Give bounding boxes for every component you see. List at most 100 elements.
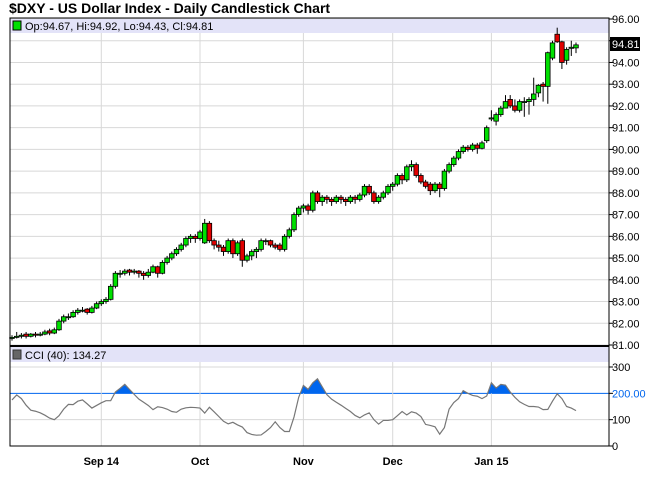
candle-down [23, 333, 29, 337]
candle-up [291, 214, 297, 231]
candle-up [380, 192, 386, 198]
candle-down [427, 183, 433, 192]
cci-tick-label: 0 [612, 441, 618, 453]
cci-tick-label: 100 [612, 415, 630, 427]
candle-down [399, 175, 405, 181]
candle-down [220, 246, 227, 252]
candle-up [150, 266, 156, 273]
candle-down [324, 196, 330, 200]
time-tick-label: Oct [191, 456, 210, 468]
candle-down [465, 146, 471, 150]
candle-down [540, 83, 546, 87]
price-tick-label: 87.00 [612, 210, 640, 222]
candle-up [244, 255, 250, 261]
candle-up [460, 146, 466, 152]
candle-up [18, 334, 25, 337]
candle-up [498, 107, 504, 116]
candle-up [295, 207, 302, 216]
candle-up [248, 251, 255, 257]
price-legend: Op:94.67, Hi:94.92, Lo:94.43, Cl:94.81 [25, 21, 213, 33]
candle-up [281, 235, 288, 250]
candle-up [455, 151, 462, 159]
candle-up [347, 196, 354, 202]
candle-up [178, 244, 184, 250]
candle-up [75, 309, 81, 313]
candle-down [554, 33, 560, 43]
candle-up [385, 185, 391, 194]
candle-up [375, 196, 382, 202]
candle-up [300, 205, 307, 209]
candle-down [216, 244, 222, 248]
candle-up [286, 229, 292, 237]
candle-up [51, 329, 57, 334]
candle-up [108, 285, 114, 300]
candle-up [89, 307, 95, 313]
candle-up [37, 333, 43, 336]
candle-up [404, 166, 410, 181]
candle-up [117, 272, 123, 275]
candle-up [483, 127, 490, 142]
candle-up [357, 194, 363, 200]
candle-up [70, 311, 76, 318]
candle-up [13, 335, 20, 338]
candle-up [65, 316, 72, 319]
price-tick-label: 88.00 [612, 188, 640, 200]
candle-up [234, 242, 241, 255]
candle-up [469, 144, 476, 150]
candle-up [197, 231, 203, 239]
candle-up [145, 271, 151, 276]
candle-up [493, 114, 499, 122]
candle-down [192, 235, 198, 239]
candle-down [338, 196, 344, 200]
price-tick-label: 96.00 [612, 14, 640, 26]
candle-up [408, 164, 415, 168]
candle-down [352, 196, 358, 200]
candle-down [206, 222, 213, 242]
candle-up [319, 196, 325, 202]
candle-up [333, 196, 339, 202]
candle-up [488, 117, 495, 120]
price-tick-label: 90.00 [612, 144, 640, 156]
candle-down [328, 198, 335, 202]
chart-title: $DXY - US Dollar Index - Daily Candlesti… [9, 0, 330, 16]
candle-up [79, 309, 86, 312]
grid [10, 18, 609, 446]
candle-down [32, 333, 39, 336]
candle-down [136, 270, 142, 274]
candle-down [305, 205, 311, 211]
candle-up [451, 157, 457, 166]
candle-up [545, 52, 551, 87]
time-tick-label: Nov [293, 456, 315, 468]
candle-up [502, 101, 509, 109]
time-tick-label: Dec [383, 456, 403, 468]
candle-up [563, 49, 570, 61]
plot-frame [9, 17, 610, 447]
candle-up [173, 248, 180, 255]
candle-down [154, 266, 161, 274]
candle-up [263, 240, 269, 243]
candle-down [46, 330, 53, 334]
candle-down [267, 240, 274, 246]
price-tick-label: 89.00 [612, 166, 640, 178]
candle-up [432, 183, 438, 192]
candle-down [239, 240, 245, 261]
candle-down [366, 185, 372, 194]
candle-down [140, 272, 147, 276]
price-tick-label: 91.00 [612, 123, 640, 135]
candle-down [371, 192, 377, 202]
candle-down [507, 99, 513, 107]
candle-up [446, 164, 452, 172]
price-tick-label: 82.00 [612, 318, 640, 330]
price-tick-label: 85.00 [612, 253, 640, 265]
chart: $DXY - US Dollar Index - Daily Candlesti… [9, 0, 646, 468]
cci-tick-label: 200.00 [612, 388, 646, 400]
candle-up [535, 84, 542, 94]
candle-up [201, 222, 208, 244]
candle-up [169, 253, 175, 259]
candle-up [42, 331, 48, 335]
candle-down [314, 192, 321, 202]
cci-legend-swatch [12, 349, 22, 360]
candle-down [512, 105, 518, 111]
time-tick-label: Jan 15 [474, 456, 508, 468]
candle-down [342, 198, 349, 202]
